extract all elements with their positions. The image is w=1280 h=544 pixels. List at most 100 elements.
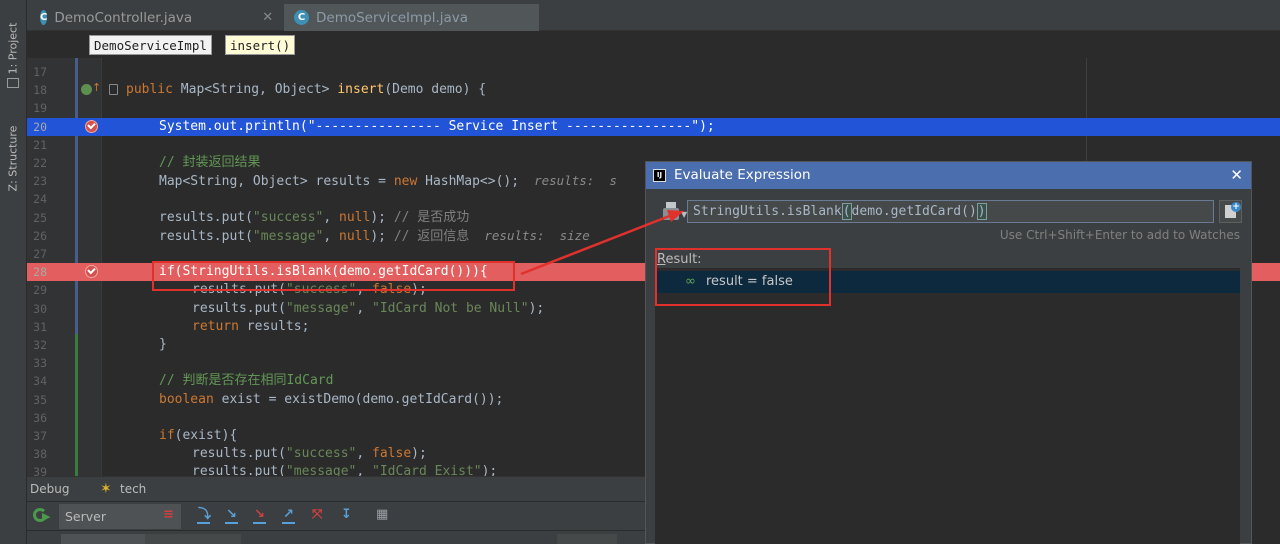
line-number: 19 [33, 101, 47, 116]
line-number: 25 [33, 210, 47, 225]
paren-match: ) [976, 203, 987, 220]
class-icon: C [40, 10, 48, 25]
expression-text: StringUtils.isBlank [693, 204, 842, 219]
run-config-name: tech [120, 482, 147, 496]
code-text: results.put("message", null); // 返回信息 re… [159, 227, 590, 244]
frames-subtab[interactable] [61, 534, 147, 544]
code-text: results.put("success", null); // 是否成功 [159, 209, 470, 225]
code-text: boolean exist = existDemo(demo.getIdCard… [159, 391, 504, 407]
breakpoint-icon[interactable] [85, 119, 98, 133]
project-icon [7, 78, 19, 88]
close-tab-icon[interactable]: ✕ [262, 10, 273, 25]
code-line[interactable]: 18 ↑ public Map<String, Object> insert(Dem… [27, 81, 1280, 99]
show-execution-point-icon[interactable]: ≡ [160, 508, 177, 525]
add-icon: + [1231, 202, 1241, 212]
add-to-watches-button[interactable]: + [1219, 200, 1242, 223]
evaluate-history-icon[interactable] [663, 202, 681, 222]
output-subtab[interactable] [557, 534, 617, 544]
line-number: 27 [33, 247, 47, 261]
code-line[interactable]: 19 [27, 99, 1280, 117]
editor-tab-bar: C DemoController.java ✕ C DemoServiceImp… [27, 0, 1280, 31]
evaluate-expression-dialog: IJ Evaluate Expression ✕ ▼ StringUtils.i… [645, 161, 1252, 544]
debug-toolbar: ▶ Server ≡ ⤵ ↘ ↘ ↗ ⤧ ↧ ▦ [27, 501, 645, 530]
dialog-title-bar[interactable]: IJ Evaluate Expression ✕ [646, 162, 1251, 189]
code-text: public Map<String, Object> insert(Demo d… [126, 82, 487, 98]
line-number: 38 [33, 447, 47, 462]
paren-match: ( [841, 203, 852, 220]
tab-democontroller[interactable]: C DemoController.java ✕ [30, 4, 283, 31]
line-number: 30 [33, 301, 47, 316]
step-out-icon[interactable]: ↗ [280, 508, 297, 525]
close-icon[interactable]: ✕ [1230, 162, 1243, 189]
line-number: 28 [33, 265, 47, 280]
code-text: results.put("message", "IdCard Exist"); [192, 464, 498, 476]
line-number: 22 [33, 156, 47, 170]
bug-icon: ✶ [100, 481, 112, 497]
code-text: // 封装返回结果 [159, 155, 261, 170]
line-number: 18 [33, 83, 47, 98]
watch-hint: Use Ctrl+Shift+Enter to add to Watches [999, 228, 1240, 242]
step-over-icon[interactable]: ⤵ [195, 508, 212, 525]
tab-demoserviceimpl[interactable]: C DemoServiceImpl.java [284, 4, 539, 31]
line-number: 31 [33, 319, 47, 334]
force-step-into-icon[interactable]: ↘ [251, 508, 268, 525]
code-line[interactable]: 20 System.out.println("---------------- S… [27, 117, 1280, 136]
line-number: 37 [33, 429, 47, 443]
code-text: return results; [192, 318, 310, 334]
line-number: 23 [33, 174, 47, 189]
code-text: results.put("success", false); [192, 446, 427, 462]
line-number: 34 [33, 374, 47, 389]
code-text: results.put("message", "IdCard Not be Nu… [192, 300, 545, 316]
line-number: 20 [33, 119, 47, 134]
line-number: 26 [33, 228, 47, 243]
expression-input[interactable]: StringUtils.isBlank(demo.getIdCard()) [687, 200, 1214, 223]
evaluate-expression-icon[interactable]: ▦ [373, 508, 390, 525]
line-number: 35 [33, 392, 47, 407]
line-number: 29 [33, 283, 47, 298]
code-text: System.out.println("---------------- Ser… [159, 118, 715, 134]
breadcrumb-method[interactable]: insert() [225, 35, 296, 55]
drop-frame-icon[interactable]: ⤧ [309, 508, 326, 525]
line-number: 17 [33, 65, 47, 79]
annotation-box-result [655, 248, 831, 306]
rerun-icon[interactable]: ▶ [33, 508, 51, 526]
override-arrow-icon: ↑ [92, 81, 102, 95]
project-tool-tab[interactable]: 1: Project [2, 18, 24, 78]
line-number: 33 [33, 356, 47, 371]
breakpoint-icon[interactable] [85, 265, 98, 279]
line-number: 21 [33, 137, 47, 152]
left-tool-strip: 1: Project Z: Structure [0, 0, 27, 544]
breadcrumb-class[interactable]: DemoServiceImpl [89, 35, 212, 55]
tab-label: DemoController.java [54, 9, 193, 26]
fold-icon[interactable] [109, 84, 118, 96]
run-to-cursor-icon[interactable]: ↧ [338, 508, 355, 525]
step-into-icon[interactable]: ↘ [223, 508, 240, 525]
code-line[interactable]: 17 [27, 63, 1280, 81]
code-text: Map<String, Object> results = new HashMa… [159, 173, 617, 190]
debug-title: Debug [30, 482, 70, 496]
code-text: } [159, 337, 167, 352]
line-number: 39 [33, 465, 47, 476]
structure-tool-tab[interactable]: Z: Structure [2, 118, 24, 198]
line-number: 36 [33, 410, 47, 425]
deployment-subtab[interactable] [145, 534, 241, 544]
inline-debug-value: results: size [469, 227, 590, 243]
project-tool-tab-label: 1: Project [6, 22, 20, 74]
structure-tool-tab-label: Z: Structure [6, 125, 20, 191]
line-number: 24 [33, 192, 47, 207]
class-icon: C [294, 10, 309, 25]
tab-label: DemoServiceImpl.java [316, 9, 469, 26]
code-text: // 判断是否存在相同IdCard [159, 373, 334, 389]
breadcrumb: DemoServiceImpl insert() [27, 31, 1280, 58]
result-tree[interactable]: ∞ result = false [655, 268, 1240, 544]
implements-method-icon[interactable] [81, 84, 92, 96]
annotation-box-condition [152, 261, 515, 291]
expression-text: demo.getIdCard() [851, 204, 977, 219]
dialog-title: Evaluate Expression [674, 167, 811, 183]
line-number: 32 [33, 338, 47, 352]
debug-subtabs [27, 530, 645, 544]
code-line[interactable]: 21 [27, 136, 1280, 154]
debug-panel-header: Debug ✶ tech [27, 476, 645, 501]
inline-debug-value: results: s [519, 173, 617, 189]
code-text: if(exist){ [159, 428, 238, 443]
